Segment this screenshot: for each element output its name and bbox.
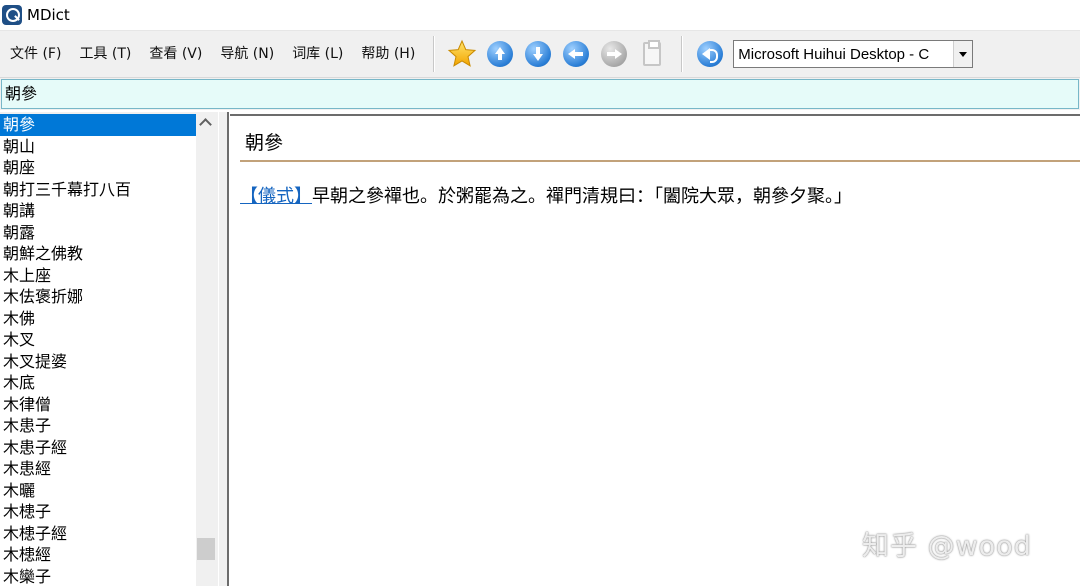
- next-entry-icon: [525, 41, 552, 67]
- toolbar-separator: [433, 36, 436, 72]
- list-item[interactable]: 朝鮮之佛教: [0, 243, 196, 265]
- list-item[interactable]: 木叉: [0, 329, 196, 351]
- list-item[interactable]: 朝參: [0, 114, 196, 136]
- copy-button[interactable]: [637, 39, 667, 69]
- chevron-down-icon[interactable]: [953, 41, 973, 67]
- speak-icon: [697, 41, 724, 67]
- entry-divider: [240, 160, 1080, 162]
- back-icon: [563, 41, 590, 67]
- entry-headword: 朝參: [245, 132, 284, 154]
- list-item[interactable]: 木患經: [0, 458, 196, 480]
- list-item[interactable]: 木患子: [0, 415, 196, 437]
- previous-entry-icon: [487, 41, 514, 67]
- toolbar-separator: [681, 36, 684, 72]
- list-item[interactable]: 木患子經: [0, 437, 196, 459]
- menu-file[interactable]: 文件 (F): [2, 39, 69, 69]
- favorite-star-icon: [448, 39, 477, 67]
- speak-button[interactable]: [695, 39, 725, 69]
- list-item[interactable]: 木叉提婆: [0, 351, 196, 373]
- list-item[interactable]: 木底: [0, 372, 196, 394]
- menu-view[interactable]: 查看 (V): [141, 39, 210, 69]
- menu-tools[interactable]: 工具 (T): [71, 39, 139, 69]
- menu-navigate[interactable]: 导航 (N): [212, 39, 282, 69]
- list-item[interactable]: 朝打三千幕打八百: [0, 179, 196, 201]
- title-bar: MDict: [0, 0, 1080, 30]
- word-list[interactable]: 朝參 朝山 朝座 朝打三千幕打八百 朝講 朝露 朝鮮之佛教 木上座 木佉褒折娜 木佛 木叉 木叉提婆木…: [0, 114, 196, 586]
- list-item[interactable]: 木欒子: [0, 566, 196, 586]
- back-button[interactable]: [561, 39, 591, 69]
- list-item[interactable]: 木上座: [0, 265, 196, 287]
- list-item[interactable]: 朝講: [0, 200, 196, 222]
- entry-category-link[interactable]: 【儀式】: [240, 186, 312, 207]
- watermark: 知乎 @wood: [862, 531, 1032, 562]
- dictionary-select-value: Microsoft Huihui Desktop - C: [738, 45, 930, 63]
- next-entry-button[interactable]: [523, 39, 553, 69]
- chevron-up-icon[interactable]: [196, 114, 216, 134]
- dictionary-select[interactable]: Microsoft Huihui Desktop - C: [733, 40, 974, 68]
- forward-icon: [601, 41, 628, 67]
- list-item[interactable]: 木槵經: [0, 544, 196, 566]
- copy-icon: [643, 40, 662, 66]
- scrollbar-thumb[interactable]: [197, 538, 215, 560]
- list-item[interactable]: 木槵子經: [0, 523, 196, 545]
- mdict-app-icon: [2, 5, 22, 25]
- list-item[interactable]: 朝山: [0, 136, 196, 158]
- pane-splitter[interactable]: [218, 112, 229, 586]
- word-list-pane: 朝參 朝山 朝座 朝打三千幕打八百 朝講 朝露 朝鮮之佛教 木上座 木佉褒折娜 木佛 木叉 木叉提婆木…: [0, 112, 218, 586]
- list-item[interactable]: 木律僧: [0, 394, 196, 416]
- list-item[interactable]: 木佛: [0, 308, 196, 330]
- menu-library[interactable]: 词库 (L): [284, 39, 351, 69]
- list-item[interactable]: 朝露: [0, 222, 196, 244]
- list-item[interactable]: 木佉褒折娜: [0, 286, 196, 308]
- entry-definition: 早朝之參禪也。於粥罷為之。禪門清規曰：「闔院大眾，朝參夕聚。」: [312, 186, 852, 207]
- menu-toolbar: 文件 (F) 工具 (T) 查看 (V) 导航 (N) 词库 (L) 帮助 (H…: [0, 30, 1080, 78]
- entry-body: 【儀式】早朝之參禪也。於粥罷為之。禪門清規曰：「闔院大眾，朝參夕聚。」: [240, 182, 852, 208]
- forward-button[interactable]: [599, 39, 629, 69]
- list-item[interactable]: 朝座: [0, 157, 196, 179]
- search-bar: 朝參: [0, 78, 1080, 110]
- search-input[interactable]: 朝參: [1, 79, 1079, 109]
- previous-entry-button[interactable]: [485, 39, 515, 69]
- menu-help[interactable]: 帮助 (H): [353, 39, 423, 69]
- definition-pane: 朝參 【儀式】早朝之參禪也。於粥罷為之。禪門清規曰：「闔院大眾，朝參夕聚。」: [230, 114, 1080, 586]
- favorite-button[interactable]: [447, 39, 477, 69]
- list-item[interactable]: 木槵子: [0, 501, 196, 523]
- word-list-scrollbar[interactable]: [196, 114, 216, 586]
- window-title: MDict: [27, 6, 70, 24]
- list-item[interactable]: 木曬: [0, 480, 196, 502]
